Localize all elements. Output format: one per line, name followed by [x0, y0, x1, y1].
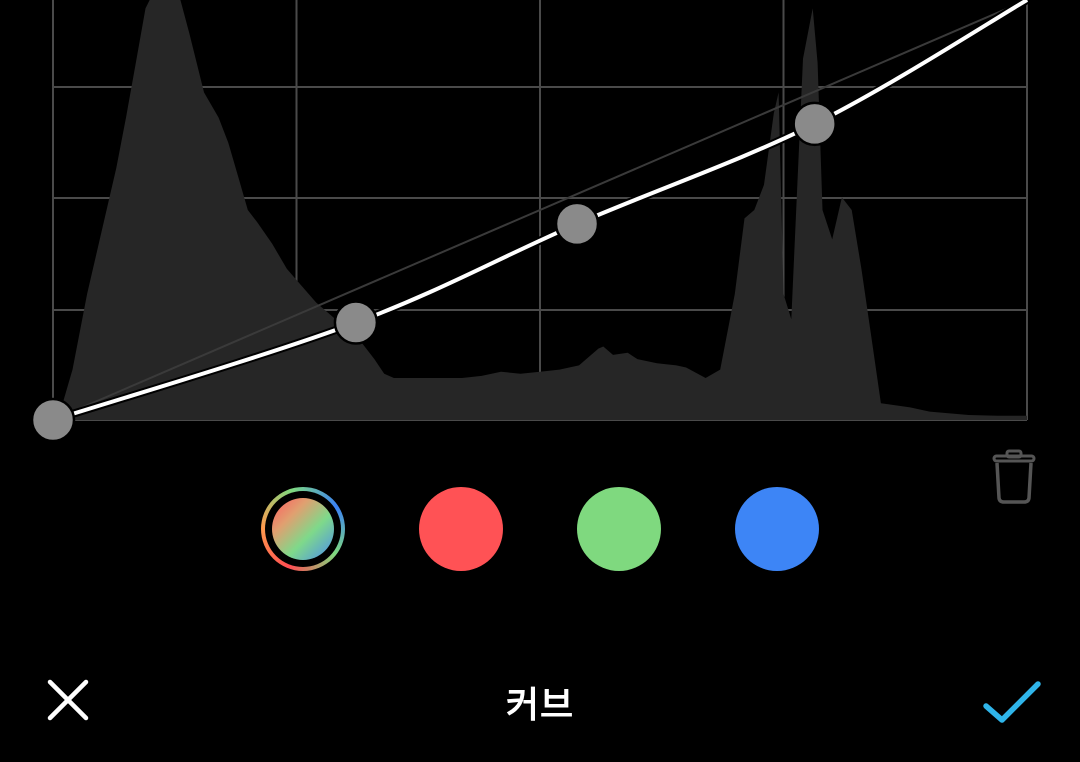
- channel-green-button[interactable]: [577, 487, 661, 571]
- confirm-button[interactable]: [978, 674, 1046, 726]
- control-point[interactable]: [30, 397, 76, 440]
- bottom-toolbar: 커브: [0, 650, 1080, 750]
- page-title: 커브: [505, 685, 575, 726]
- channel-selector: [0, 482, 1080, 578]
- channel-rgb-button[interactable]: [261, 487, 345, 571]
- curves-editor[interactable]: [0, 0, 1080, 440]
- control-point[interactable]: [792, 101, 837, 147]
- control-point[interactable]: [554, 201, 600, 247]
- channel-red-button[interactable]: [419, 487, 503, 571]
- checkmark-icon: [983, 681, 1041, 723]
- control-point[interactable]: [333, 300, 379, 345]
- channel-blue-button[interactable]: [735, 487, 819, 571]
